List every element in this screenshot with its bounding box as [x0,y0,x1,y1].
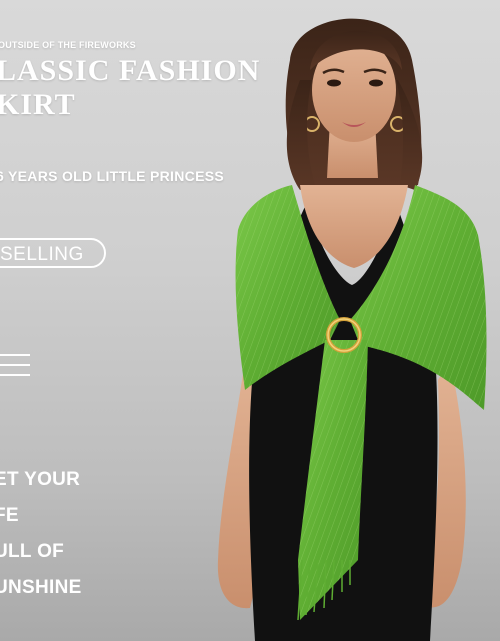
menu-icon[interactable] [0,354,30,384]
selling-button[interactable]: SELLING [0,238,106,268]
slogan: ET YOUR FE ULL OF UNSHINE [0,468,82,612]
product-banner: OUTSIDE OF THE FIREWORKS LASSIC FASHION … [0,0,500,641]
subtitle-text: 6 YEARS OLD LITTLE PRINCESS [0,168,224,184]
page-title: LASSIC FASHION KIRT [0,54,260,122]
title-line-2: KIRT [0,88,76,121]
kicker-text: OUTSIDE OF THE FIREWORKS [0,40,136,50]
slogan-line: ET YOUR [0,469,81,490]
menu-line [0,374,30,376]
slogan-line: FE [0,505,19,526]
menu-line [0,354,30,356]
slogan-line: ULL OF [0,541,65,562]
menu-line [0,364,30,366]
slogan-line: UNSHINE [0,577,82,598]
selling-button-label: SELLING [0,244,84,265]
title-line-1: LASSIC FASHION [0,54,261,87]
